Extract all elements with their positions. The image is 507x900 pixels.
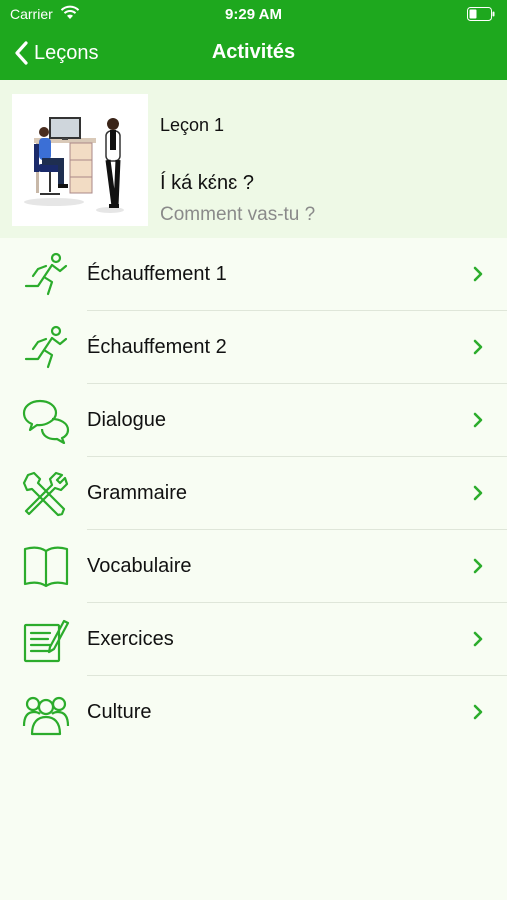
status-bar: Carrier 9:29 AM <box>0 0 507 28</box>
chevron-right-icon <box>473 704 483 720</box>
activity-row-exercices[interactable]: Exercices <box>0 603 507 676</box>
page-title: Activités <box>211 41 296 63</box>
chevron-right-icon <box>473 339 483 355</box>
activity-label: Échauffement 2 <box>87 336 227 358</box>
open-book-icon <box>23 546 69 588</box>
chevron-right-icon <box>473 266 483 282</box>
lesson-title: Í ká kɛ́nɛ ? <box>160 172 254 194</box>
activity-row-dialogue[interactable]: Dialogue <box>0 384 507 457</box>
running-person-icon <box>24 252 68 296</box>
activity-row-grammaire[interactable]: Grammaire <box>0 457 507 530</box>
activities-list: Échauffement 1 Échauffement 2 Dialogue G… <box>0 238 507 749</box>
battery-icon <box>467 7 495 21</box>
chevron-right-icon <box>473 485 483 501</box>
activity-label: Grammaire <box>87 482 188 504</box>
activity-label: Vocabulaire <box>87 555 192 577</box>
navigation-header: Carrier 9:29 AM Leçons Activités <box>0 0 507 80</box>
chevron-right-icon <box>473 558 483 574</box>
people-group-icon <box>22 696 70 736</box>
chevron-right-icon <box>473 631 483 647</box>
activity-label: Dialogue <box>87 409 166 431</box>
status-time: 9:29 AM <box>225 6 282 23</box>
activity-label: Culture <box>87 701 152 723</box>
activity-row-culture[interactable]: Culture <box>0 676 507 749</box>
lesson-illustration <box>12 94 148 226</box>
notepad-pencil-icon <box>23 619 70 663</box>
tools-icon <box>22 471 69 517</box>
nav-bar: Leçons Activités <box>0 28 507 80</box>
activity-label: Exercices <box>87 628 174 650</box>
running-person-icon <box>24 325 68 369</box>
lesson-subtitle: Comment vas-tu ? <box>160 204 316 225</box>
activity-label: Échauffement 1 <box>87 263 227 285</box>
activity-row-echauffement-2[interactable]: Échauffement 2 <box>0 311 507 384</box>
activity-row-vocabulaire[interactable]: Vocabulaire <box>0 530 507 603</box>
speech-bubbles-icon <box>22 399 70 444</box>
activity-row-echauffement-1[interactable]: Échauffement 1 <box>0 238 507 311</box>
lesson-header: Leçon 1 Í ká kɛ́nɛ ? Comment vas-tu ? <box>0 80 507 238</box>
chevron-right-icon <box>473 412 483 428</box>
lesson-number: Leçon 1 <box>160 115 225 135</box>
